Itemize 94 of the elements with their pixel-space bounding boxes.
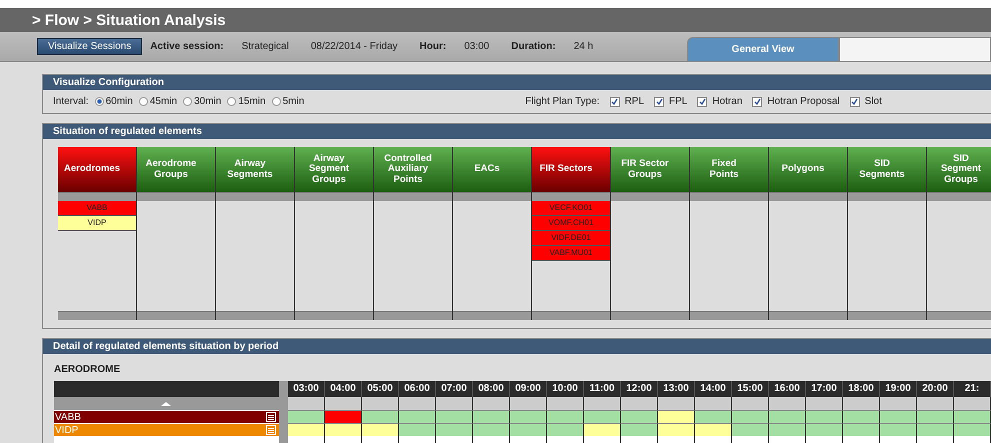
category-header[interactable]: FIR Sector Groups [611, 147, 689, 192]
hour-header: 05:00 [362, 381, 399, 397]
checkmark-icon [851, 98, 858, 105]
hour-header: 21: [954, 381, 991, 397]
category-header[interactable]: Controlled Auxiliary Points [374, 147, 452, 192]
category-header[interactable]: SID Segment Groups [927, 147, 991, 192]
regulated-element[interactable]: VABB [58, 201, 136, 216]
flight-plan-type-label: Flight Plan Type: [525, 96, 600, 107]
checkmark-icon [754, 98, 761, 105]
time-slot-cell [547, 397, 584, 410]
checkmark-icon [656, 98, 663, 105]
time-slot-cell [473, 397, 510, 410]
hour-header: 09:00 [510, 381, 547, 397]
view-tab[interactable] [839, 37, 991, 61]
hour-header: 17:00 [806, 381, 843, 397]
time-slot-cell [732, 397, 769, 410]
visualize-sessions-button[interactable]: Visualize Sessions [37, 38, 142, 55]
checkmark-icon [698, 98, 706, 105]
time-slot-cell [288, 397, 325, 410]
regulated-element[interactable]: VOMF.CH01 [532, 216, 610, 231]
regulated-element[interactable]: VIDF.DE01 [532, 231, 610, 246]
time-slot-cell [843, 397, 880, 410]
category-header[interactable]: Airway Segments [216, 147, 294, 192]
regulated-element[interactable]: VECF.KO01 [532, 201, 610, 216]
hour-header: 04:00 [325, 381, 362, 397]
category-header[interactable]: EACs [453, 147, 531, 192]
category-header[interactable]: FIR Sectors [532, 147, 610, 192]
time-slot-cell [769, 397, 806, 410]
flight-plan-checkbox[interactable]: FPL [654, 96, 688, 107]
time-slot-cell [880, 397, 917, 410]
time-slot-cell [806, 397, 843, 410]
element-row[interactable]: VABB [54, 411, 279, 423]
panel-header: Visualize Configuration [43, 75, 991, 90]
category-header[interactable]: SID Segments [848, 147, 926, 192]
hour-header: 14:00 [695, 381, 732, 397]
hour-header: 16:00 [769, 381, 806, 397]
interval-radio[interactable]: 15min [227, 96, 266, 107]
hour-header: 06:00 [399, 381, 436, 397]
time-slot-cell [917, 397, 954, 410]
interval-radio[interactable]: 5min [272, 96, 304, 107]
interval-label: Interval: [53, 96, 89, 107]
interval-radio[interactable]: 30min [183, 96, 222, 107]
time-slot-cell [325, 397, 362, 410]
hour-header: 18:00 [843, 381, 880, 397]
field-value: 08/22/2014 - Friday [310, 41, 398, 52]
hour-header: 07:00 [436, 381, 473, 397]
hour-header: 15:00 [732, 381, 769, 397]
hour-header: 03:00 [288, 381, 325, 397]
checkmark-icon [611, 98, 618, 105]
category-header[interactable]: Polygons [769, 147, 847, 192]
field-label: Hour: [420, 41, 446, 52]
time-slot-cell [621, 397, 658, 410]
time-slot-cell [510, 397, 547, 410]
hour-header: 10:00 [547, 381, 584, 397]
panel-header: Detail of regulated elements situation by period [43, 339, 991, 354]
list-icon [266, 425, 276, 435]
column-bar [927, 311, 991, 320]
flight-plan-checkbox[interactable]: RPL [610, 96, 644, 107]
category-header[interactable]: Airway Segment Groups [295, 147, 373, 192]
time-slot-cell [695, 397, 732, 410]
category-header[interactable]: Aerodrome Groups [137, 147, 215, 192]
field-label: Duration: [511, 41, 556, 52]
time-slot-cell [584, 397, 621, 410]
field-value: Strategical [242, 41, 289, 52]
time-slot-cell [658, 397, 695, 410]
caret-up-icon [161, 402, 172, 406]
time-slot-cell [436, 397, 473, 410]
hour-header: 13:00 [658, 381, 695, 397]
page-title: > Flow > Situation Analysis [32, 12, 226, 28]
regulated-element[interactable]: VIDP [58, 216, 136, 231]
time-slot-cell [362, 397, 399, 410]
flight-plan-checkbox[interactable]: Hotran [697, 96, 742, 107]
category-header[interactable]: Aerodromes [58, 147, 136, 192]
hour-header: 19:00 [880, 381, 917, 397]
category-header[interactable]: Fixed Points [690, 147, 768, 192]
panel-header: Situation of regulated elements [43, 124, 991, 139]
time-slot-cell [954, 397, 991, 410]
interval-radio[interactable]: 45min [138, 96, 178, 107]
field-value: 24 h [574, 41, 594, 52]
column-bar [927, 192, 991, 201]
section-title: AERODROME [53, 363, 122, 377]
regulated-element[interactable]: VABF.MU01 [532, 246, 610, 261]
list-icon [266, 412, 276, 422]
hour-header: 11:00 [584, 381, 621, 397]
hour-header: 08:00 [473, 381, 510, 397]
hour-header: 20:00 [917, 381, 954, 397]
flight-plan-checkbox[interactable]: Hotran Proposal [752, 96, 840, 107]
interval-radio[interactable]: 60min [94, 96, 133, 107]
hour-header: 12:00 [621, 381, 658, 397]
time-slot-cell [399, 397, 436, 410]
field-value: 03:00 [464, 41, 490, 52]
field-label: Active session: [150, 41, 224, 52]
view-tab[interactable]: General View [687, 37, 839, 61]
flight-plan-checkbox[interactable]: Slot [850, 96, 882, 107]
